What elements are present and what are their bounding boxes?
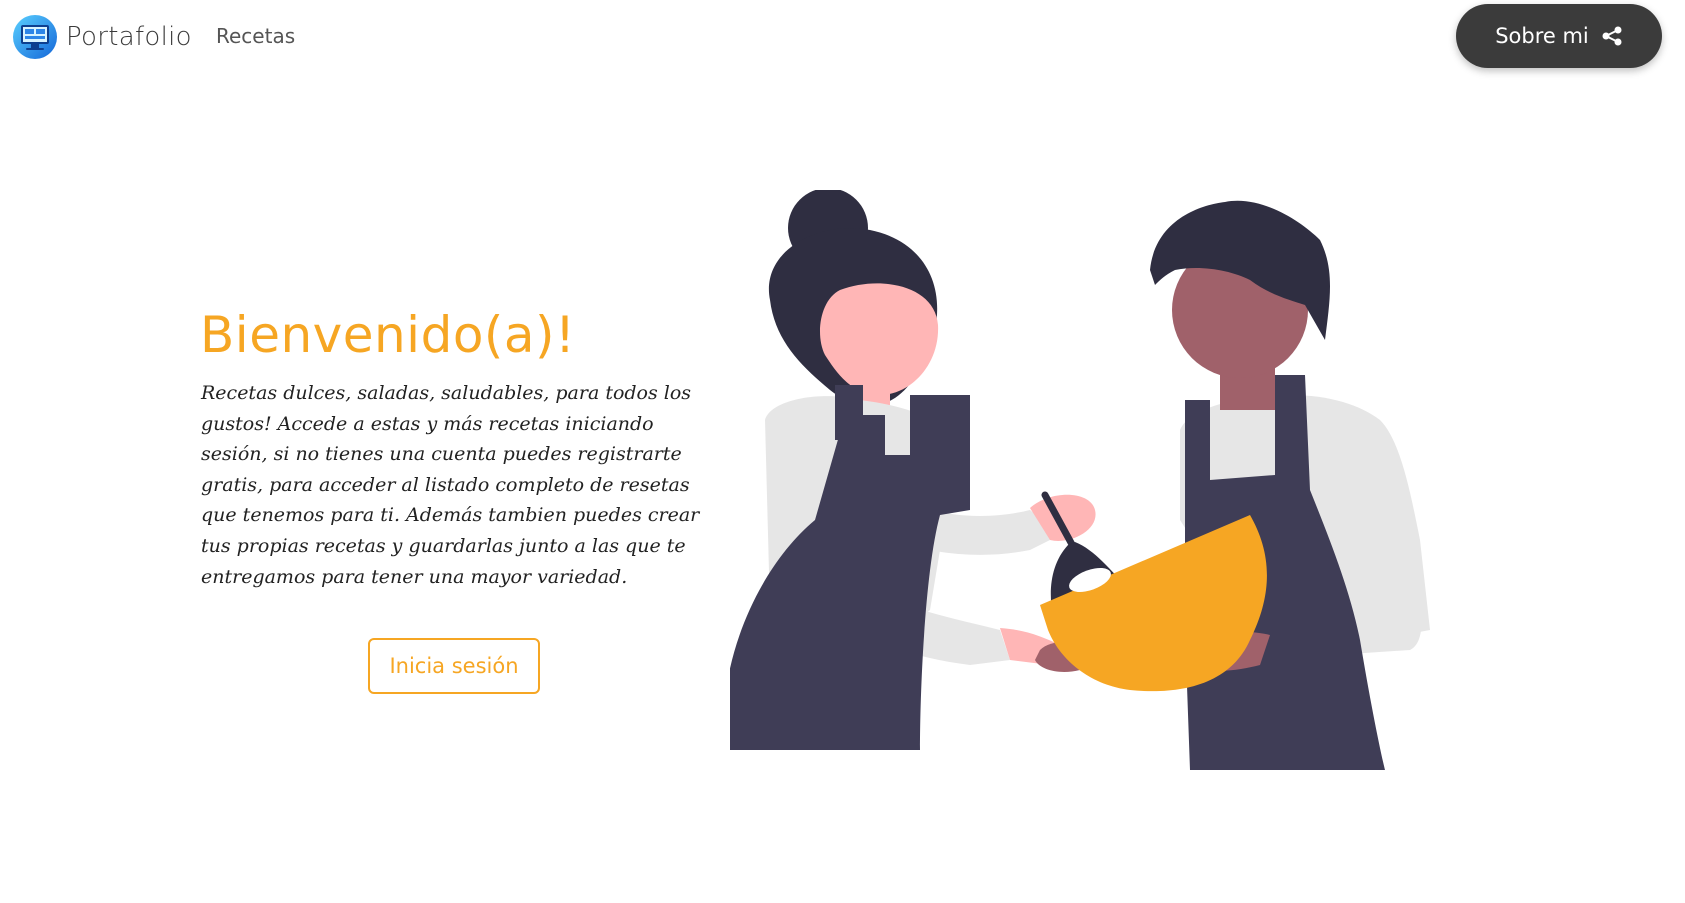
share-icon — [1602, 26, 1622, 46]
monitor-logo-icon — [13, 15, 57, 59]
about-me-button[interactable]: Sobre mi — [1456, 4, 1662, 68]
about-me-label: Sobre mi — [1495, 24, 1589, 48]
brand-link[interactable]: Portafolio — [12, 14, 192, 60]
two-cooks-mixing-bowl-illustration — [730, 190, 1430, 770]
nav-link-recetas[interactable]: Recetas — [216, 24, 295, 48]
login-button[interactable]: Inicia sesión — [368, 638, 540, 694]
brand-label: Portafolio — [66, 22, 192, 52]
hero-description: Recetas dulces, saladas, saludables, par… — [201, 382, 700, 588]
top-navbar: Portafolio Recetas Sobre mi — [0, 0, 1685, 74]
hero-title: Bienvenido(a)! — [200, 306, 576, 364]
man-cook-figure — [1035, 200, 1430, 770]
